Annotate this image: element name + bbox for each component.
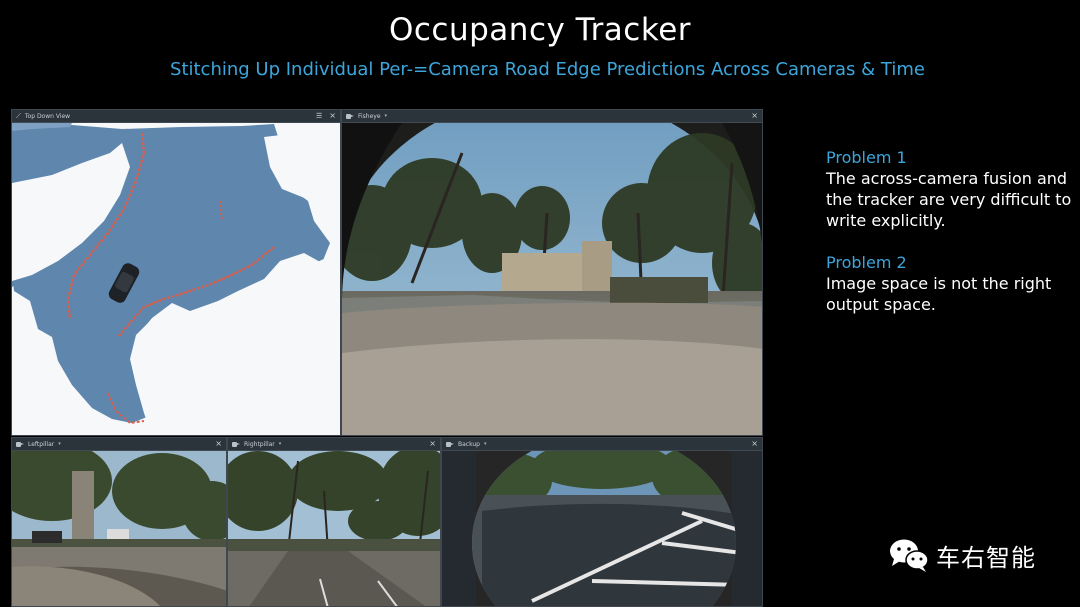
page-subtitle: Stitching Up Individual Per-=Camera Road… xyxy=(170,59,925,80)
camera-icon xyxy=(16,441,24,447)
backup-panel[interactable]: Backup ▾ × xyxy=(441,437,763,607)
watermark: 车右智能 xyxy=(888,537,1036,573)
fisheye-panel[interactable]: Fisheye ▾ × xyxy=(341,109,763,436)
problem-2: Problem 2 Image space is not the right o… xyxy=(826,252,1076,315)
chevron-down-icon[interactable]: ▾ xyxy=(58,441,61,447)
close-icon[interactable]: × xyxy=(751,112,758,120)
close-icon[interactable]: × xyxy=(751,440,758,448)
backup-label: Backup xyxy=(458,440,480,448)
problem-1-title: Problem 1 xyxy=(826,148,907,167)
chevron-down-icon[interactable]: ▾ xyxy=(385,113,388,119)
close-icon[interactable]: × xyxy=(329,112,336,120)
top-down-view-panel[interactable]: ⟋ Top Down View ☰ × xyxy=(11,109,341,436)
leftpillar-panel[interactable]: Leftpillar ▾ × xyxy=(11,437,227,607)
problem-1: Problem 1 The across-camera fusion and t… xyxy=(826,147,1076,231)
occupancy-map xyxy=(12,123,340,435)
problem-1-text: The across-camera fusion and the tracker… xyxy=(826,169,1072,230)
close-icon[interactable]: × xyxy=(429,440,436,448)
visibility-icon: ⟋ xyxy=(16,111,21,120)
close-icon[interactable]: × xyxy=(215,440,222,448)
top-down-view-label: Top Down View xyxy=(24,112,71,120)
backup-titlebar[interactable]: Backup ▾ × xyxy=(442,438,762,451)
leftpillar-camera-feed xyxy=(12,451,226,606)
fisheye-camera-feed xyxy=(342,123,762,435)
camera-icon xyxy=(346,113,354,119)
rightpillar-titlebar[interactable]: Rightpillar ▾ × xyxy=(228,438,440,451)
rightpillar-camera-feed xyxy=(228,451,440,606)
leftpillar-label: Leftpillar xyxy=(28,440,55,448)
page-title: Occupancy Tracker xyxy=(388,12,692,48)
fisheye-label: Fisheye xyxy=(358,112,381,120)
fisheye-titlebar[interactable]: Fisheye ▾ × xyxy=(342,110,762,123)
top-down-view-titlebar[interactable]: ⟋ Top Down View ☰ × xyxy=(12,110,340,123)
fisheye-scene xyxy=(342,123,762,435)
chevron-down-icon[interactable]: ▾ xyxy=(484,441,487,447)
menu-icon[interactable]: ☰ xyxy=(316,112,322,120)
rightpillar-scene xyxy=(228,451,440,606)
backup-scene xyxy=(442,451,762,606)
wechat-icon xyxy=(890,539,929,572)
backup-camera-feed xyxy=(442,451,762,606)
camera-icon xyxy=(446,441,454,447)
chevron-down-icon[interactable]: ▾ xyxy=(279,441,282,447)
problem-2-title: Problem 2 xyxy=(826,253,907,272)
camera-icon xyxy=(232,441,240,447)
rightpillar-label: Rightpillar xyxy=(244,440,275,448)
leftpillar-scene xyxy=(12,451,226,606)
top-down-view-canvas[interactable] xyxy=(12,123,340,435)
rightpillar-panel[interactable]: Rightpillar ▾ × xyxy=(227,437,441,607)
problems-panel: Problem 1 The across-camera fusion and t… xyxy=(826,147,1076,315)
watermark-text: 车右智能 xyxy=(936,543,1036,572)
leftpillar-titlebar[interactable]: Leftpillar ▾ × xyxy=(12,438,226,451)
problem-2-text: Image space is not the right output spac… xyxy=(826,274,1052,314)
